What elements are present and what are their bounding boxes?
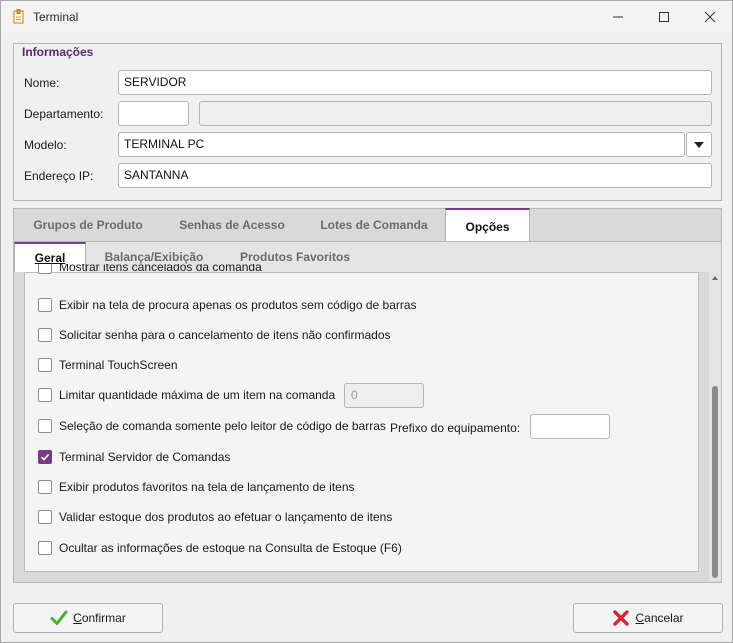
departamento-label: Departamento:: [24, 107, 104, 121]
nome-input[interactable]: SERVIDOR: [118, 70, 712, 95]
tab-opcoes[interactable]: Opções: [445, 208, 530, 242]
tab-grupos-produto[interactable]: Grupos de Produto: [23, 210, 153, 241]
prefix-input[interactable]: [530, 414, 610, 439]
minimize-icon: [613, 16, 623, 18]
minimize-button[interactable]: [595, 1, 641, 33]
option-touchscreen[interactable]: Terminal TouchScreen: [38, 357, 178, 373]
checkbox[interactable]: [38, 480, 52, 494]
checkbox[interactable]: [38, 388, 52, 402]
window-title: Terminal: [33, 10, 79, 24]
maximize-icon: [659, 12, 669, 22]
option-selecao-leitor[interactable]: Seleção de comanda somente pelo leitor d…: [38, 418, 386, 434]
x-icon: [612, 609, 630, 627]
maximize-button[interactable]: [641, 1, 687, 33]
terminal-window: Terminal Informações Nome: SERVIDOR Depa…: [0, 0, 733, 643]
checkbox[interactable]: [38, 358, 52, 372]
option-validar-estoque[interactable]: Validar estoque dos produtos ao efetuar …: [38, 509, 392, 525]
subtab-geral-label: Geral: [34, 251, 66, 265]
checkbox[interactable]: [38, 328, 52, 342]
tab-lotes-comanda[interactable]: Lotes de Comanda: [309, 210, 439, 241]
confirm-button[interactable]: Confirmar: [13, 603, 163, 633]
limit-quantity-input[interactable]: 0: [344, 383, 424, 408]
ip-label: Endereço IP:: [24, 169, 94, 183]
title-bar[interactable]: Terminal: [1, 1, 732, 33]
modelo-dropdown-button[interactable]: [686, 132, 712, 157]
checkbox[interactable]: [38, 450, 52, 464]
option-mostrar-itens-cancelados[interactable]: Mostrar itens cancelados da comanda: [38, 264, 338, 276]
chevron-down-icon: [694, 141, 704, 148]
option-servidor-comandas[interactable]: Terminal Servidor de Comandas: [38, 449, 230, 465]
departamento-name-field: [199, 101, 712, 126]
checkbox[interactable]: [38, 541, 52, 555]
checkbox[interactable]: [38, 264, 52, 274]
option-limitar-quantidade[interactable]: Limitar quantidade máxima de um item na …: [38, 387, 335, 403]
close-icon: [704, 11, 716, 23]
nome-label: Nome:: [24, 76, 60, 90]
tab-senhas-acesso[interactable]: Senhas de Acesso: [167, 210, 297, 241]
checkbox[interactable]: [38, 510, 52, 524]
checkmark-icon: [40, 453, 50, 461]
modelo-label: Modelo:: [24, 138, 67, 152]
option-solicitar-senha[interactable]: Solicitar senha para o cancelamento de i…: [38, 327, 391, 343]
ip-input[interactable]: SANTANNA: [118, 163, 712, 188]
option-ocultar-estoque[interactable]: Ocultar as informações de estoque na Con…: [38, 540, 402, 556]
confirm-mnemonic: C: [73, 611, 82, 625]
option-exibir-sem-codigo[interactable]: Exibir na tela de procura apenas os prod…: [38, 297, 417, 313]
close-button[interactable]: [687, 1, 733, 33]
departamento-code-input[interactable]: [118, 101, 189, 126]
cancel-mnemonic: C: [635, 611, 645, 625]
scrollbar-thumb[interactable]: [712, 386, 718, 578]
option-exibir-favoritos[interactable]: Exibir produtos favoritos na tela de lan…: [38, 479, 355, 495]
scroll-up-arrow-icon[interactable]: [712, 275, 718, 281]
check-icon: [50, 609, 68, 627]
info-legend: Informações: [19, 45, 97, 59]
document-pin-icon: [11, 9, 27, 25]
cancel-button[interactable]: Cancelar: [573, 603, 723, 633]
checkbox[interactable]: [38, 298, 52, 312]
prefix-label: Prefixo do equipamento:: [390, 421, 521, 435]
checkbox[interactable]: [38, 419, 52, 433]
modelo-select[interactable]: TERMINAL PC: [118, 132, 685, 157]
